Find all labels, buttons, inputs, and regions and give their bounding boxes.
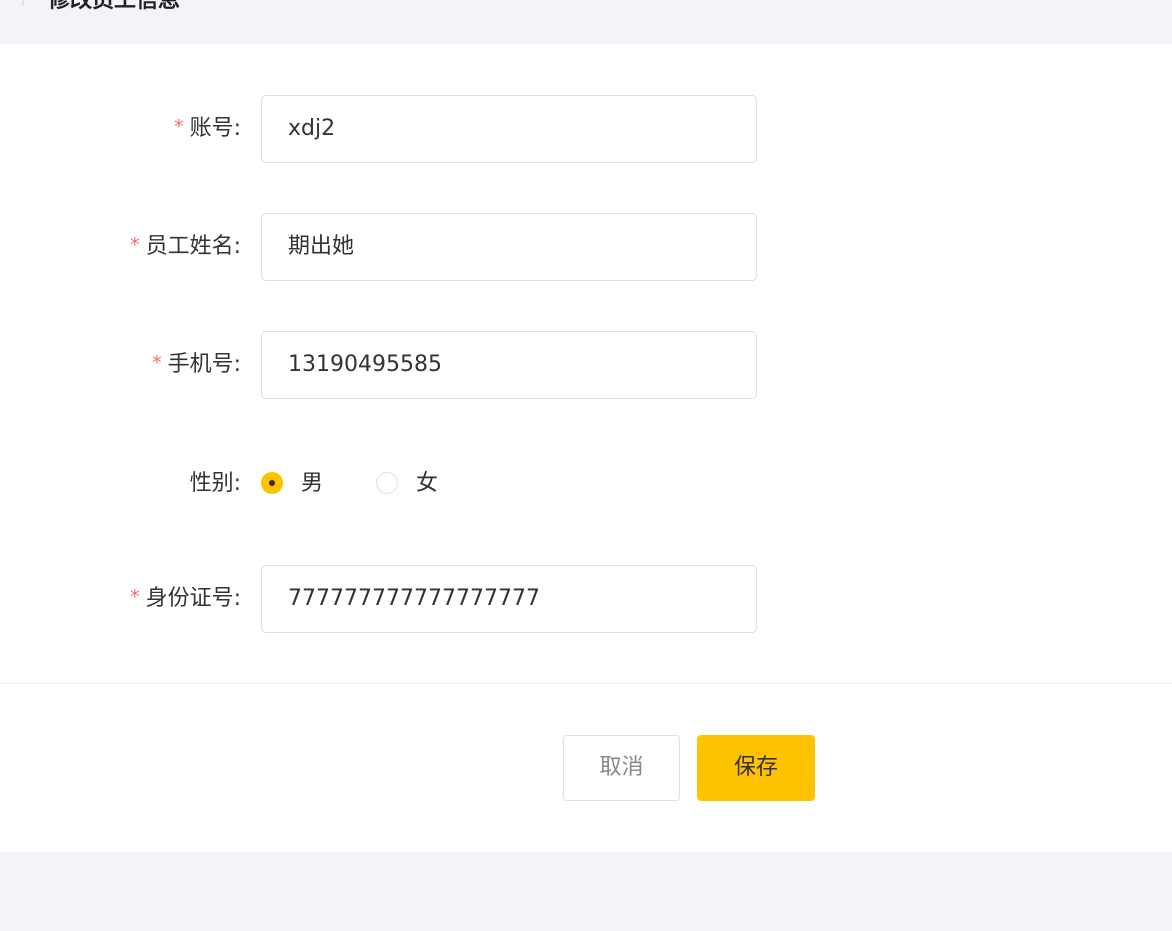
radio-checked-icon[interactable] bbox=[261, 472, 283, 494]
gender-label: 性别: bbox=[189, 471, 241, 496]
id-number-label: * 身份证号: bbox=[130, 586, 241, 611]
form-row-gender: 性别: 男 女 bbox=[0, 450, 1172, 518]
required-mark: * bbox=[130, 586, 140, 608]
form-row-account: * 账号: xdj2 bbox=[0, 95, 1172, 163]
gender-female-label[interactable]: 女 bbox=[416, 450, 438, 518]
gender-male-label[interactable]: 男 bbox=[301, 450, 323, 518]
name-label: * 员工姓名: bbox=[130, 234, 241, 259]
form-row-phone: * 手机号: 13190495585 bbox=[0, 331, 1172, 399]
required-mark: * bbox=[174, 116, 184, 138]
account-label: * 账号: bbox=[174, 116, 241, 141]
id-number-input-value: 777777777777777777 bbox=[288, 586, 540, 611]
required-mark: * bbox=[152, 352, 162, 374]
save-button[interactable]: 保存 bbox=[697, 735, 815, 801]
radio-unchecked-icon[interactable] bbox=[376, 472, 398, 494]
radio-dot-icon bbox=[269, 480, 275, 486]
form-row-id-number: * 身份证号: 777777777777777777 bbox=[0, 565, 1172, 633]
cancel-button[interactable]: 取消 bbox=[563, 735, 680, 801]
phone-input[interactable]: 13190495585 bbox=[261, 331, 757, 399]
page-header: 修改员工信息 bbox=[0, 0, 1172, 44]
required-mark: * bbox=[130, 234, 140, 256]
form-divider bbox=[0, 683, 1172, 684]
page-title: 修改员工信息 bbox=[48, 0, 181, 13]
employee-form-card: * 账号: xdj2 * 员工姓名: 期出她 * 手机号: 13190495585 性… bbox=[0, 44, 1172, 852]
id-number-input[interactable]: 777777777777777777 bbox=[261, 565, 757, 633]
account-input[interactable]: xdj2 bbox=[261, 95, 757, 163]
name-input-value: 期出她 bbox=[288, 234, 355, 259]
form-row-name: * 员工姓名: 期出她 bbox=[0, 213, 1172, 281]
name-input[interactable]: 期出她 bbox=[261, 213, 757, 281]
phone-input-value: 13190495585 bbox=[288, 352, 442, 377]
header-accent-bar bbox=[22, 0, 24, 6]
phone-label: * 手机号: bbox=[152, 352, 241, 377]
account-input-value: xdj2 bbox=[288, 116, 336, 141]
